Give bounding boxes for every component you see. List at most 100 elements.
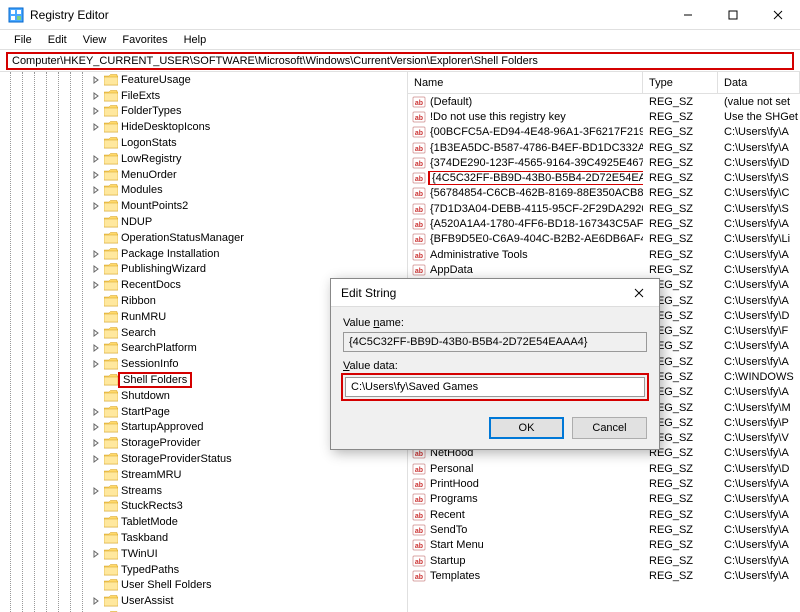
list-row[interactable]: abProgramsREG_SZC:\Users\fy\A	[408, 492, 800, 507]
value-data: C:\Users\fy\D	[718, 310, 800, 322]
tree-item[interactable]: FileExts	[90, 88, 407, 104]
expand-icon[interactable]	[90, 279, 102, 291]
tree-item[interactable]: FeatureUsage	[90, 72, 407, 88]
value-name: SendTo	[430, 524, 467, 536]
list-row[interactable]: abSendToREG_SZC:\Users\fy\A	[408, 522, 800, 537]
menu-file[interactable]: File	[6, 32, 40, 48]
dialog-titlebar[interactable]: Edit String	[331, 279, 659, 307]
expand-icon[interactable]	[90, 437, 102, 449]
list-row[interactable]: ab{BFB9D5E0-C6A9-404C-B2B2-AE6DB6AF4968}…	[408, 232, 800, 247]
tree-item[interactable]: TabletMode	[90, 514, 407, 530]
list-row[interactable]: ab{56784854-C6CB-462B-8169-88E350ACB882}…	[408, 186, 800, 201]
list-row[interactable]: ab{1B3EA5DC-B587-4786-B4EF-BD1DC332AEAE}…	[408, 140, 800, 155]
list-row[interactable]: abRecentREG_SZC:\Users\fy\A	[408, 507, 800, 522]
expand-icon[interactable]	[90, 548, 102, 560]
expand-icon	[90, 390, 102, 402]
dialog-close-button[interactable]	[619, 279, 659, 307]
tree-item[interactable]: StreamMRU	[90, 467, 407, 483]
value-type: REG_SZ	[643, 555, 718, 567]
folder-icon	[104, 248, 118, 260]
value-type: REG_SZ	[643, 570, 718, 582]
menu-view[interactable]: View	[75, 32, 115, 48]
list-row[interactable]: ab{374DE290-123F-4565-9164-39C4925E467B}…	[408, 155, 800, 170]
folder-icon	[104, 263, 118, 275]
expand-icon[interactable]	[90, 406, 102, 418]
expand-icon[interactable]	[90, 327, 102, 339]
tree-item[interactable]: Streams	[90, 483, 407, 499]
tree-item[interactable]: PublishingWizard	[90, 262, 407, 278]
menu-edit[interactable]: Edit	[40, 32, 75, 48]
close-button[interactable]	[755, 0, 800, 30]
list-row[interactable]: abPersonalREG_SZC:\Users\fy\D	[408, 461, 800, 476]
col-data[interactable]: Data	[718, 72, 800, 93]
cancel-button[interactable]: Cancel	[572, 417, 647, 439]
menu-favorites[interactable]: Favorites	[114, 32, 175, 48]
tree-item[interactable]: LogonStats	[90, 135, 407, 151]
value-type: REG_SZ	[643, 172, 718, 184]
string-value-icon: ab	[412, 508, 426, 522]
expand-icon[interactable]	[90, 90, 102, 102]
string-value-icon: ab	[412, 523, 426, 537]
value-type: REG_SZ	[643, 203, 718, 215]
expand-icon[interactable]	[90, 200, 102, 212]
tree-item[interactable]: OperationStatusManager	[90, 230, 407, 246]
tree-item[interactable]: Taskband	[90, 530, 407, 546]
list-row[interactable]: ab(Default)REG_SZ(value not set	[408, 94, 800, 109]
value-data-input[interactable]	[345, 377, 645, 397]
maximize-button[interactable]	[710, 0, 755, 30]
value-data: C:\Users\fy\A	[718, 539, 800, 551]
tree-item[interactable]: LowRegistry	[90, 151, 407, 167]
expand-icon[interactable]	[90, 153, 102, 165]
window-controls	[665, 0, 800, 30]
expand-icon[interactable]	[90, 342, 102, 354]
expand-icon[interactable]	[90, 184, 102, 196]
tree-item[interactable]: User Shell Folders	[90, 578, 407, 594]
expand-icon[interactable]	[90, 169, 102, 181]
expand-icon[interactable]	[90, 358, 102, 370]
value-data: C:\Users\fy\A	[718, 356, 800, 368]
expand-icon[interactable]	[90, 248, 102, 260]
tree-item[interactable]: UserAssist	[90, 593, 407, 609]
tree-item-label: SessionInfo	[121, 358, 178, 370]
tree-item[interactable]: NDUP	[90, 214, 407, 230]
list-row[interactable]: ab{A520A1A4-1780-4FF6-BD18-167343C5AF16}…	[408, 216, 800, 231]
svg-text:ab: ab	[415, 146, 423, 153]
tree-item[interactable]: MountPoints2	[90, 198, 407, 214]
list-row[interactable]: ab{00BCFC5A-ED94-4E48-96A1-3F6217F21990}…	[408, 125, 800, 140]
minimize-button[interactable]	[665, 0, 710, 30]
tree-item[interactable]: StuckRects3	[90, 499, 407, 515]
expand-icon[interactable]	[90, 121, 102, 133]
tree-item[interactable]: Package Installation	[90, 246, 407, 262]
tree-item[interactable]: HideDesktopIcons	[90, 119, 407, 135]
list-row[interactable]: abAppDataREG_SZC:\Users\fy\A	[408, 262, 800, 277]
tree-item[interactable]: FolderTypes	[90, 104, 407, 120]
expand-icon[interactable]	[90, 263, 102, 275]
list-row[interactable]: ab{7D1D3A04-DEBB-4115-95CF-2F29DA2920DA}…	[408, 201, 800, 216]
folder-icon	[104, 342, 118, 354]
value-data: C:\Users\fy\A	[718, 295, 800, 307]
tree-item[interactable]: TypedPaths	[90, 562, 407, 578]
expand-icon[interactable]	[90, 74, 102, 86]
tree-item[interactable]: StorageProviderStatus	[90, 451, 407, 467]
value-name-input[interactable]	[343, 332, 647, 352]
expand-icon[interactable]	[90, 105, 102, 117]
tree-item[interactable]: Modules	[90, 183, 407, 199]
address-input[interactable]	[6, 52, 794, 70]
list-row[interactable]: abAdministrative ToolsREG_SZC:\Users\fy\…	[408, 247, 800, 262]
tree-item[interactable]: TWinUI	[90, 546, 407, 562]
col-name[interactable]: Name	[408, 72, 643, 93]
menu-help[interactable]: Help	[176, 32, 215, 48]
list-row[interactable]: abPrintHoodREG_SZC:\Users\fy\A	[408, 476, 800, 491]
col-type[interactable]: Type	[643, 72, 718, 93]
tree-item[interactable]: MenuOrder	[90, 167, 407, 183]
expand-icon[interactable]	[90, 453, 102, 465]
list-row[interactable]: abStartupREG_SZC:\Users\fy\A	[408, 553, 800, 568]
ok-button[interactable]: OK	[489, 417, 564, 439]
list-row[interactable]: ab!Do not use this registry keyREG_SZUse…	[408, 109, 800, 124]
list-row[interactable]: ab{4C5C32FF-BB9D-43B0-B5B4-2D72E54EAAA4}…	[408, 170, 800, 185]
list-row[interactable]: abTemplatesREG_SZC:\Users\fy\A	[408, 568, 800, 583]
expand-icon[interactable]	[90, 421, 102, 433]
expand-icon[interactable]	[90, 485, 102, 497]
expand-icon[interactable]	[90, 595, 102, 607]
list-row[interactable]: abStart MenuREG_SZC:\Users\fy\A	[408, 538, 800, 553]
